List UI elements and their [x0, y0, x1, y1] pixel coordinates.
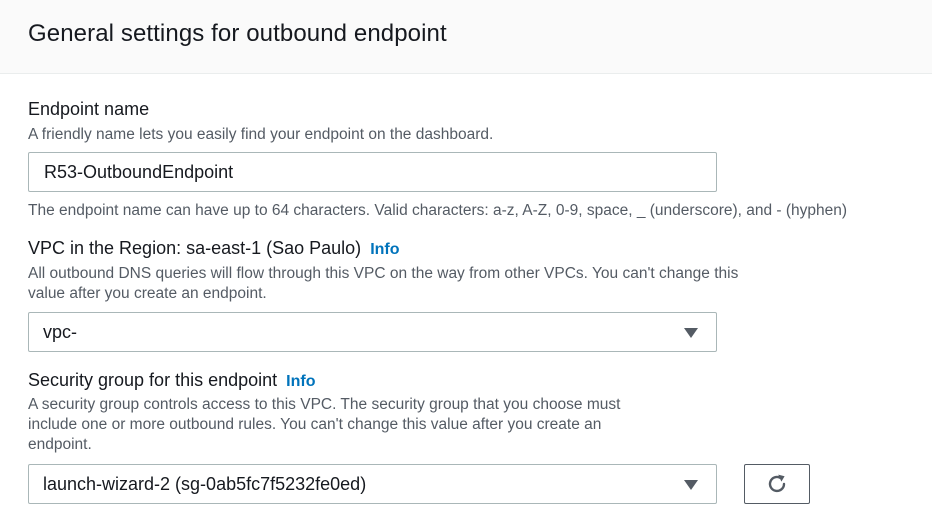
security-group-description: A security group controls access to this… — [28, 395, 620, 455]
refresh-icon — [768, 474, 786, 493]
security-group-description-line: endpoint. — [28, 436, 92, 453]
security-group-selected-value: launch-wizard-2 (sg-0ab5fc7f5232fe0ed) — [43, 474, 367, 494]
security-group-label-row: Security group for this endpoint Info — [28, 370, 316, 391]
endpoint-name-label: Endpoint name — [28, 99, 150, 119]
caret-down-icon — [684, 328, 698, 338]
security-group-description-line: include one or more outbound rules. You … — [28, 416, 602, 433]
security-group-label: Security group for this endpoint — [28, 370, 278, 390]
vpc-info-link[interactable]: Info — [370, 241, 399, 258]
security-group-description-line: A security group controls access to this… — [28, 396, 621, 413]
security-group-select[interactable]: launch-wizard-2 (sg-0ab5fc7f5232fe0ed) — [28, 464, 717, 504]
endpoint-name-constraint: The endpoint name can have up to 64 char… — [28, 202, 848, 219]
endpoint-name-input[interactable] — [28, 152, 717, 192]
refresh-security-groups-button[interactable] — [744, 464, 810, 504]
vpc-description: All outbound DNS queries will flow throu… — [28, 264, 738, 304]
vpc-description-line: All outbound DNS queries will flow throu… — [28, 265, 739, 282]
endpoint-name-description: A friendly name lets you easily find you… — [28, 126, 494, 143]
caret-down-icon — [684, 480, 698, 490]
vpc-selected-value: vpc- — [43, 322, 78, 342]
security-group-info-link[interactable]: Info — [286, 373, 315, 390]
panel-header: General settings for outbound endpoint — [0, 0, 932, 74]
vpc-label: VPC in the Region: sa-east-1 (Sao Paulo) — [28, 238, 362, 258]
vpc-select[interactable]: vpc- — [28, 312, 717, 352]
vpc-label-row: VPC in the Region: sa-east-1 (Sao Paulo)… — [28, 238, 400, 259]
panel-title: General settings for outbound endpoint — [28, 20, 447, 47]
vpc-description-line: value after you create an endpoint. — [28, 285, 267, 302]
